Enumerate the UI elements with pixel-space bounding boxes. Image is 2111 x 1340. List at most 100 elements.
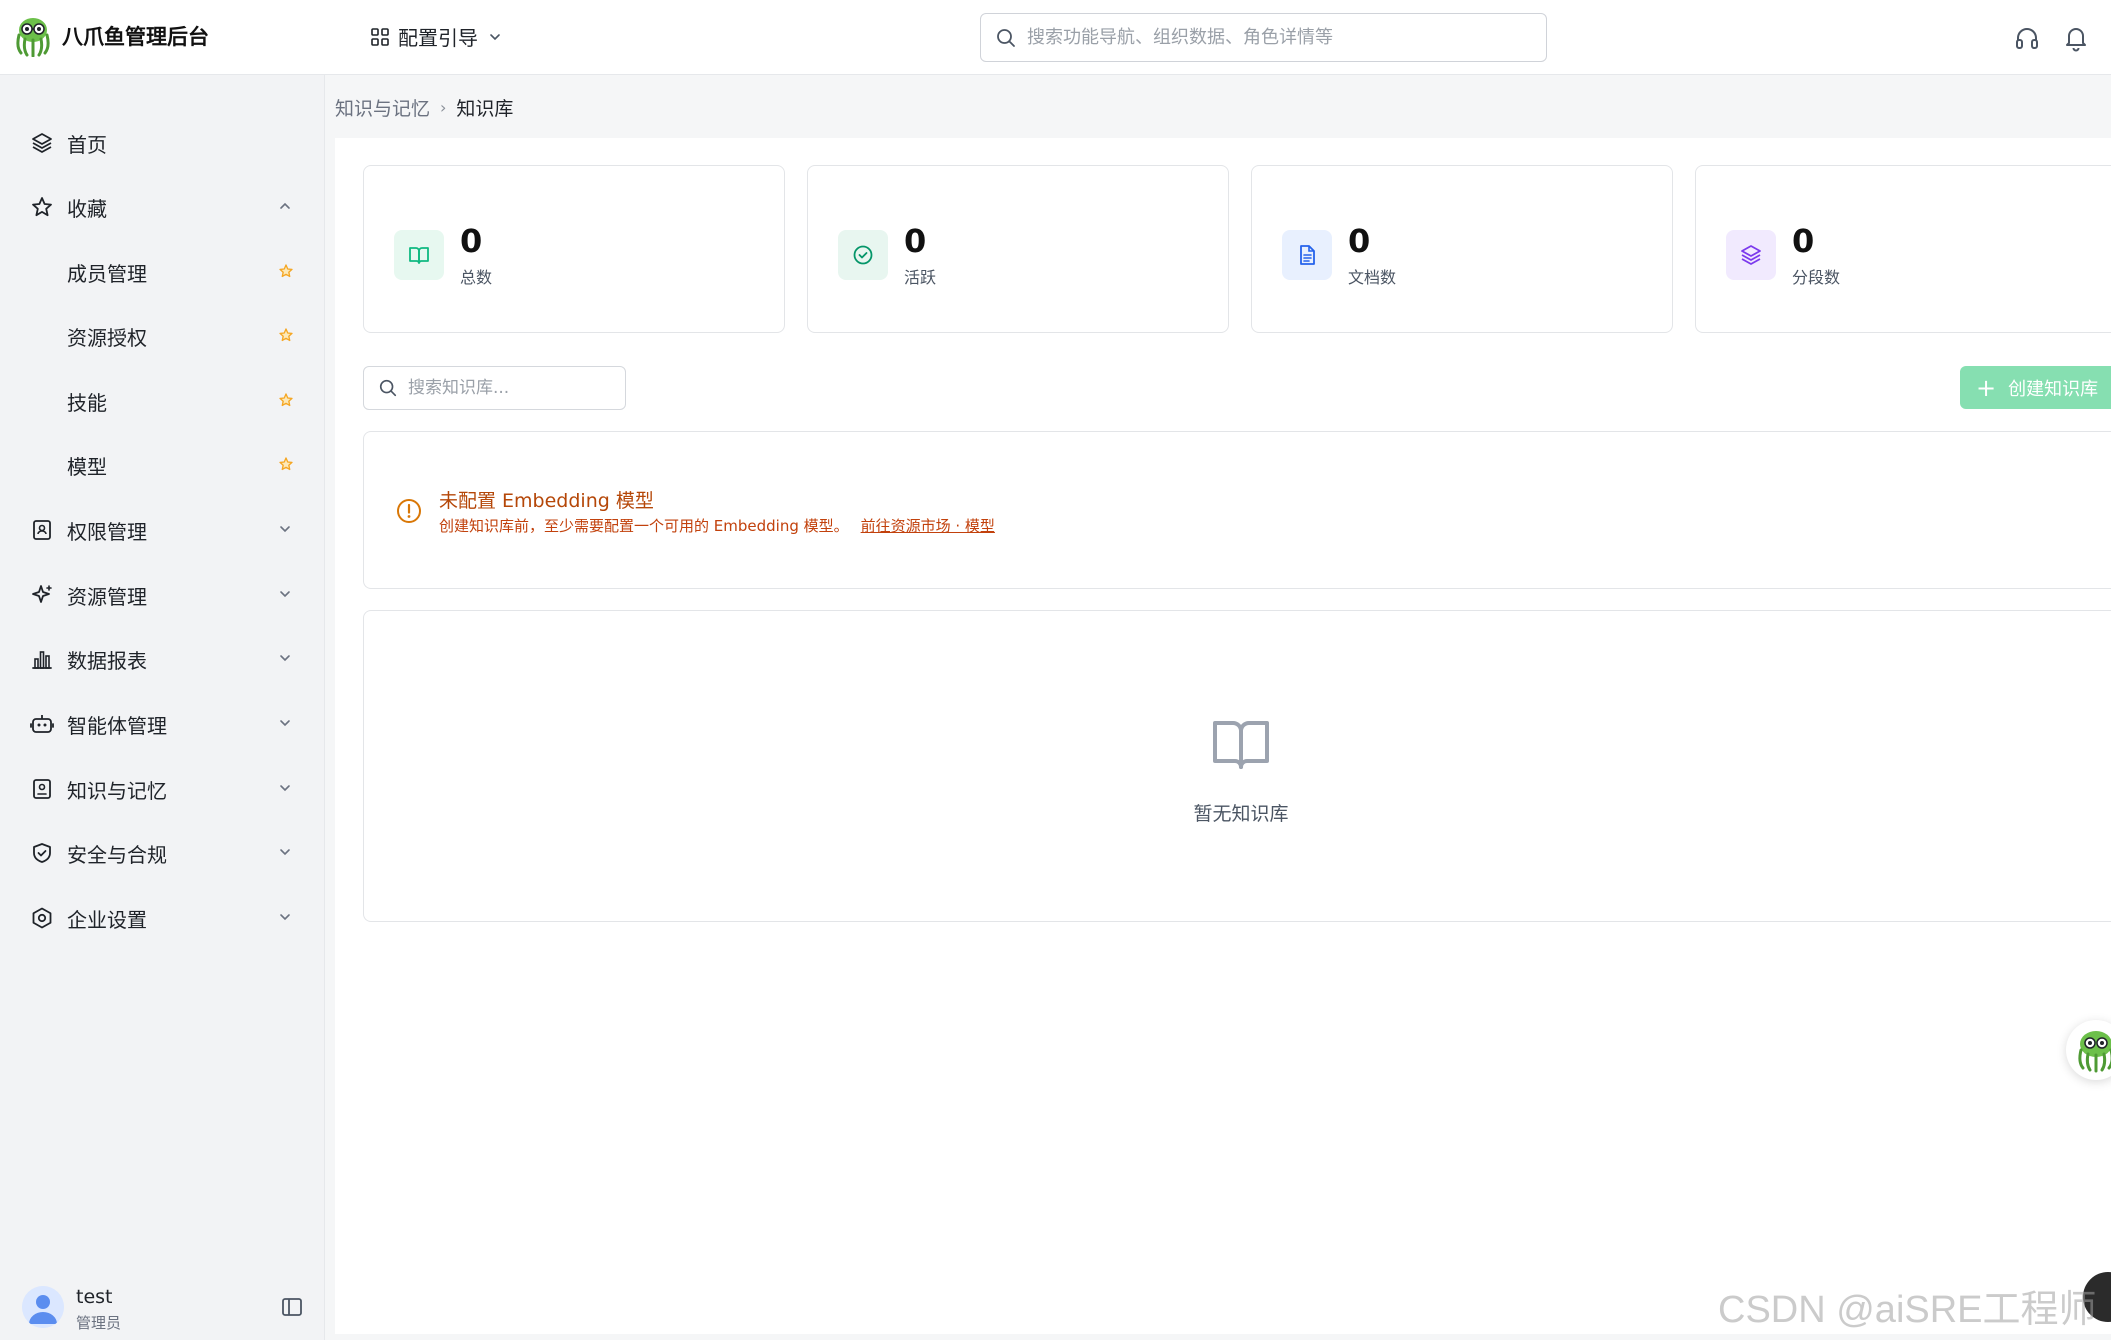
star-filled-icon[interactable]	[278, 263, 294, 279]
warning-description-row: 创建知识库前，至少需要配置一个可用的 Embedding 模型。 前往资源市场 ·…	[439, 515, 995, 536]
user-profile[interactable]: test 管理员	[22, 1286, 121, 1332]
config-guide-label: 配置引导	[398, 26, 478, 50]
embedding-warning-banner: 未配置 Embedding 模型 创建知识库前，至少需要配置一个可用的 Embe…	[363, 431, 2111, 589]
top-header: 八爪鱼管理后台 配置引导	[0, 0, 2111, 75]
sidebar-item-label: 首页	[67, 132, 107, 157]
sidebar-item-label: 技能	[67, 390, 107, 415]
plus-icon: +	[1976, 373, 1997, 402]
stat-label: 文档数	[1348, 268, 1397, 287]
open-book-icon	[1213, 721, 1269, 769]
breadcrumb-current: 知识库	[456, 98, 514, 120]
sidebar-item-skills[interactable]: 技能	[0, 376, 325, 426]
sidebar-item-label: 资源管理	[67, 584, 147, 609]
octopus-logo-icon	[16, 18, 50, 57]
sidebar-collapse-icon[interactable]	[281, 1296, 303, 1318]
user-name: test	[76, 1286, 113, 1308]
sidebar-item-label: 模型	[67, 454, 107, 479]
stat-value: 0	[904, 222, 927, 260]
warning-description: 创建知识库前，至少需要配置一个可用的 Embedding 模型。	[439, 517, 849, 535]
app-title: 八爪鱼管理后台	[62, 25, 209, 49]
sparkle-icon	[32, 585, 52, 603]
knowledge-search[interactable]	[363, 366, 626, 410]
star-filled-icon[interactable]	[278, 327, 294, 343]
global-search[interactable]	[980, 13, 1547, 62]
star-filled-icon[interactable]	[278, 392, 294, 408]
star-filled-icon[interactable]	[278, 456, 294, 472]
stat-icon-box	[394, 230, 444, 280]
sidebar-item-permissions[interactable]: 权限管理	[0, 505, 325, 555]
stat-icon-box	[1282, 230, 1332, 280]
sidebar-item-label: 成员管理	[67, 261, 147, 286]
knowledge-icon	[33, 779, 51, 799]
robot-icon	[30, 715, 54, 733]
empty-state-panel: 暂无知识库	[363, 610, 2111, 922]
knowledge-search-input[interactable]	[408, 378, 618, 398]
resource-market-link[interactable]: 前往资源市场 · 模型	[861, 517, 995, 535]
stat-label: 分段数	[1792, 268, 1841, 287]
stat-label: 活跃	[904, 268, 937, 287]
search-icon	[997, 28, 1015, 47]
stat-value: 0	[460, 222, 483, 260]
chevron-down-icon	[280, 785, 290, 792]
create-knowledge-base-button[interactable]: + 创建知识库	[1960, 366, 2111, 409]
stat-value: 0	[1348, 222, 1371, 260]
book-icon	[409, 247, 429, 264]
stat-card-active: 0 活跃	[807, 165, 1229, 333]
sidebar-item-label: 资源授权	[67, 325, 147, 350]
sidebar-item-resource-management[interactable]: 资源管理	[0, 570, 325, 620]
breadcrumb-separator: ›	[440, 98, 447, 117]
sidebar-item-home[interactable]: 首页	[0, 118, 325, 168]
stat-card-documents: 0 文档数	[1251, 165, 1673, 333]
chevron-down-icon	[280, 914, 290, 921]
config-guide-dropdown[interactable]: 配置引导	[370, 22, 502, 51]
bar-chart-icon	[32, 651, 52, 669]
empty-state-text: 暂无知识库	[1193, 803, 1289, 825]
sidebar-item-label: 收藏	[67, 196, 107, 221]
check-circle-icon	[853, 245, 873, 265]
sidebar-item-security-compliance[interactable]: 安全与合规	[0, 828, 325, 878]
stat-value: 0	[1792, 222, 1815, 260]
sidebar-item-favorites[interactable]: 收藏	[0, 182, 325, 232]
headset-icon[interactable]	[2013, 24, 2041, 52]
sidebar-item-label: 安全与合规	[67, 842, 167, 867]
warning-title: 未配置 Embedding 模型	[439, 490, 654, 512]
shield-icon	[33, 843, 51, 863]
sidebar-item-enterprise-settings[interactable]: 企业设置	[0, 893, 325, 943]
user-avatar-icon	[22, 1286, 64, 1328]
sidebar-item-resource-authorization[interactable]: 资源授权	[0, 311, 325, 361]
search-icon	[379, 379, 397, 397]
sidebar-item-agent-management[interactable]: 智能体管理	[0, 699, 325, 749]
watermark: CSDN @aiSRE工程师	[1718, 1289, 2097, 1331]
global-search-input[interactable]	[1027, 27, 1527, 48]
stat-label: 总数	[460, 268, 493, 287]
chevron-down-icon	[280, 591, 290, 598]
layers-icon	[32, 133, 52, 153]
sidebar-item-models[interactable]: 模型	[0, 440, 325, 490]
sidebar-item-member-management[interactable]: 成员管理	[0, 247, 325, 297]
grid-icon	[371, 27, 389, 46]
sidebar-item-label: 数据报表	[67, 648, 147, 673]
document-icon	[1300, 245, 1315, 265]
breadcrumb-parent[interactable]: 知识与记忆	[335, 94, 430, 121]
avatar	[22, 1286, 64, 1328]
chevron-down-icon	[280, 655, 290, 662]
sidebar-item-label: 智能体管理	[67, 713, 167, 738]
sidebar-item-knowledge-memory[interactable]: 知识与记忆	[0, 764, 325, 814]
alert-circle-icon	[397, 499, 421, 523]
create-knowledge-base-label: 创建知识库	[2008, 378, 2099, 400]
stat-icon-box	[838, 230, 888, 280]
chevron-down-icon	[280, 720, 290, 727]
sidebar-item-data-reports[interactable]: 数据报表	[0, 634, 325, 684]
sidebar-item-label: 企业设置	[67, 907, 147, 932]
user-role: 管理员	[76, 1314, 122, 1332]
hexagon-gear-icon	[32, 907, 52, 929]
app-logo[interactable]: 八爪鱼管理后台	[12, 15, 209, 57]
stat-icon-box	[1726, 230, 1776, 280]
id-badge-icon	[33, 520, 51, 540]
stat-card-segments: 0 分段数	[1695, 165, 2111, 333]
layers-icon	[1741, 245, 1761, 265]
bell-icon[interactable]	[2062, 24, 2090, 52]
chevron-up-icon	[280, 202, 290, 209]
chevron-down-icon	[280, 849, 290, 856]
stat-card-total: 0 总数	[363, 165, 785, 333]
